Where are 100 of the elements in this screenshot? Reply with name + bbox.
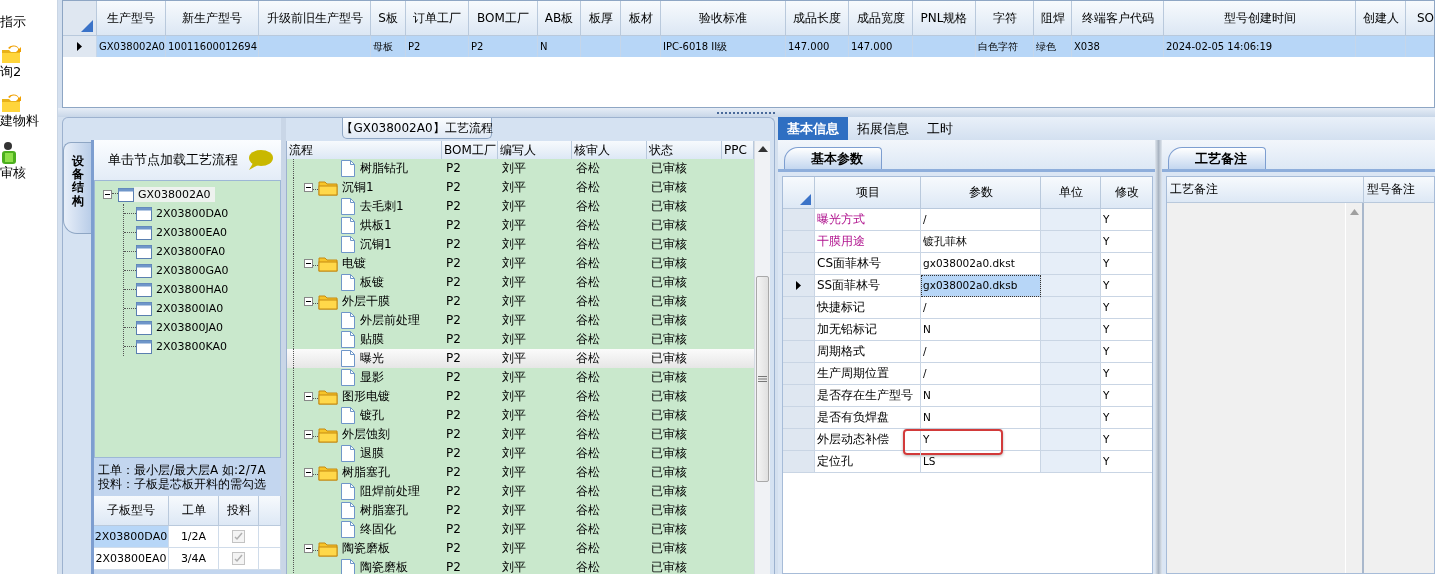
column-header[interactable]: PPC	[722, 141, 754, 159]
column-header[interactable]: 单位	[1041, 177, 1101, 209]
tree-node[interactable]: 2X03800GA0	[152, 262, 233, 279]
column-header[interactable]: SO	[1406, 1, 1434, 36]
column-header[interactable]: 成品长度	[786, 1, 849, 36]
tree-row[interactable]: 镀孔 P2 刘平 谷松 已审核	[287, 406, 754, 425]
table-cell: X038	[1072, 36, 1164, 57]
tree-row[interactable]: 沉铜1 P2 刘平 谷松 已审核	[287, 235, 754, 254]
tree-row[interactable]: 板镀 P2 刘平 谷松 已审核	[287, 273, 754, 292]
table-cell-text: 谷松	[575, 426, 601, 444]
column-header[interactable]: 型号备注	[1364, 177, 1434, 203]
column-header[interactable]: 升级前旧生产型号	[259, 1, 371, 36]
sidebar-item[interactable]: 询2	[0, 63, 22, 80]
tab[interactable]: 基本信息	[778, 117, 848, 140]
column-header[interactable]: 编写人	[498, 141, 572, 159]
column-header[interactable]: 子板型号	[94, 495, 169, 526]
tree-node[interactable]: GX038002A0	[134, 186, 215, 203]
tree-row[interactable]: 去毛刺1 P2 刘平 谷松 已审核	[287, 197, 754, 216]
empty-cell	[1041, 385, 1101, 407]
tree-row[interactable]: 电镀 P2 刘平 谷松 已审核	[287, 254, 754, 273]
tree-node[interactable]: 2X03800FA0	[152, 243, 230, 260]
column-header[interactable]: 核审人	[572, 141, 647, 159]
column-header[interactable]: 流程	[287, 141, 442, 159]
column-header[interactable]: 参数	[921, 177, 1041, 209]
tree-row[interactable]: 退膜 P2 刘平 谷松 已审核	[287, 444, 754, 463]
column-header[interactable]: 字符	[976, 1, 1034, 36]
tree-node[interactable]: 2X03800JA0	[152, 319, 228, 336]
panel-tab[interactable]: 工艺备注	[1168, 147, 1266, 169]
scrollbar-track[interactable]	[754, 141, 770, 574]
table-cell[interactable]: gx038002a0.dksb	[921, 275, 1041, 297]
table-cell-text: 刘平	[501, 426, 527, 444]
tree-row[interactable]: 烘板1 P2 刘平 谷松 已审核	[287, 216, 754, 235]
tree-node[interactable]: 2X03800IA0	[152, 300, 228, 317]
tree-node[interactable]: 2X03800HA0	[152, 281, 233, 298]
column-header[interactable]: 成品宽度	[849, 1, 913, 36]
column-header[interactable]: 阻焊	[1034, 1, 1072, 36]
sidebar-item[interactable]: 指示	[0, 14, 26, 30]
column-header[interactable]: 修改	[1101, 177, 1152, 209]
tree-row[interactable]: 沉铜1 P2 刘平 谷松 已审核	[287, 178, 754, 197]
column-header[interactable]: 型号创建时间	[1164, 1, 1356, 36]
tree-row[interactable]: 终固化 P2 刘平 谷松 已审核	[287, 520, 754, 539]
table-cell-text: P2	[445, 179, 462, 197]
table-cell-text: 谷松	[575, 407, 601, 425]
tree-row[interactable]: 外层前处理 P2 刘平 谷松 已审核	[287, 311, 754, 330]
tree-row[interactable]: 陶瓷磨板 P2 刘平 谷松 已审核	[287, 558, 754, 574]
checkbox[interactable]	[232, 551, 245, 565]
tree-row[interactable]: 图形电镀 P2 刘平 谷松 已审核	[287, 387, 754, 406]
column-header[interactable]: 工艺备注	[1167, 177, 1364, 203]
table-cell: 母板	[371, 36, 406, 57]
column-header[interactable]: 状态	[647, 141, 722, 159]
table-cell: N	[538, 36, 581, 57]
document-icon	[340, 311, 356, 330]
splitter[interactable]	[281, 118, 286, 574]
panel-tab[interactable]: 基本参数	[784, 147, 882, 169]
tab[interactable]: 拓展信息	[848, 117, 918, 140]
sidebar-item[interactable]: 建物料	[0, 113, 39, 129]
tree-row[interactable]: 外层干膜 P2 刘平 谷松 已审核	[287, 292, 754, 311]
column-header[interactable]: BOM工厂	[442, 141, 498, 159]
side-tab[interactable]: 设备结构	[63, 142, 91, 234]
table-cell: Y	[1101, 319, 1152, 341]
tree-node[interactable]: 2X03800DA0	[152, 205, 233, 222]
row-header[interactable]	[783, 275, 815, 297]
column-header[interactable]: 工单	[169, 495, 219, 526]
splitter[interactable]	[1155, 140, 1162, 574]
column-header[interactable]: 终端客户代码	[1072, 1, 1164, 36]
tree-row[interactable]: 阻焊前处理 P2 刘平 谷松 已审核	[287, 482, 754, 501]
column-header[interactable]: 创建人	[1356, 1, 1406, 36]
column-header[interactable]: 新生产型号	[166, 1, 259, 36]
column-header[interactable]: 验收标准	[661, 1, 786, 36]
column-header[interactable]: 投料	[219, 495, 259, 526]
column-header[interactable]: 订单工厂	[406, 1, 469, 36]
tree-node[interactable]: 2X03800KA0	[152, 338, 232, 355]
table-cell-text: 谷松	[575, 388, 601, 406]
sidebar-item[interactable]: 审核	[0, 164, 26, 181]
folder-icon	[318, 426, 338, 443]
column-header[interactable]: BOM工厂	[469, 1, 538, 36]
table-cell: 外层动态补偿	[815, 429, 921, 451]
tree-row[interactable]: 贴膜 P2 刘平 谷松 已审核	[287, 330, 754, 349]
tree-node[interactable]: 2X03800EA0	[152, 224, 231, 241]
table-cell: 是否有负焊盘	[815, 407, 921, 429]
tree-row[interactable]: 树脂塞孔 P2 刘平 谷松 已审核	[287, 463, 754, 482]
speech-bubble-icon	[247, 149, 273, 171]
tab[interactable]: 工时	[918, 117, 962, 140]
tree-row[interactable]: 曝光 P2 刘平 谷松 已审核	[287, 349, 754, 368]
row-header[interactable]	[63, 36, 97, 57]
scrollbar-thumb[interactable]	[756, 276, 769, 482]
column-header[interactable]: S板	[371, 1, 406, 36]
checkbox[interactable]	[232, 529, 245, 543]
column-header[interactable]: AB板	[538, 1, 581, 36]
table-cell: Y	[1101, 297, 1152, 319]
column-header[interactable]: 板材	[621, 1, 661, 36]
tree-row[interactable]: 外层蚀刻 P2 刘平 谷松 已审核	[287, 425, 754, 444]
column-header[interactable]: 项目	[815, 177, 921, 209]
tree-row[interactable]: 陶瓷磨板 P2 刘平 谷松 已审核	[287, 539, 754, 558]
column-header[interactable]: 板厚	[581, 1, 621, 36]
tree-row[interactable]: 树脂塞孔 P2 刘平 谷松 已审核	[287, 501, 754, 520]
tree-row[interactable]: 显影 P2 刘平 谷松 已审核	[287, 368, 754, 387]
column-header[interactable]: PNL规格	[913, 1, 976, 36]
tree-row[interactable]: 树脂钻孔 P2 刘平 谷松 已审核	[287, 159, 754, 178]
column-header[interactable]: 生产型号	[97, 1, 166, 36]
